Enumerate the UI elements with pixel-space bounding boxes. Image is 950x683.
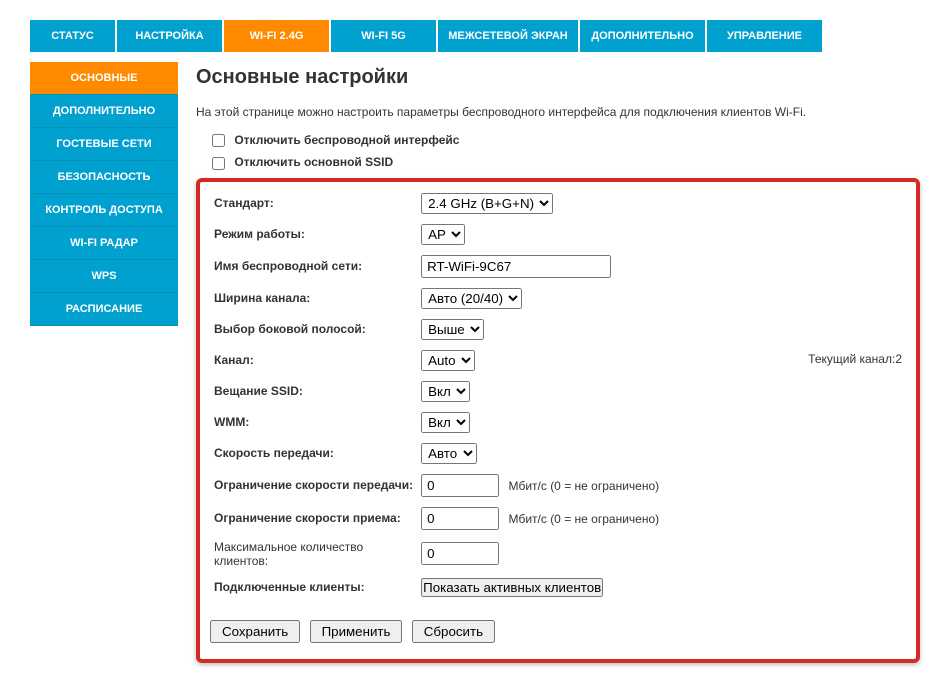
- top-nav: СТАТУС НАСТРОЙКА WI-FI 2.4G WI-FI 5G МЕЖ…: [30, 20, 920, 52]
- show-clients-button[interactable]: Показать активных клиентов: [421, 578, 603, 597]
- save-button[interactable]: Сохранить: [210, 620, 300, 643]
- channel-select[interactable]: Auto: [421, 350, 475, 371]
- sidebar: ОСНОВНЫЕ ДОПОЛНИТЕЛЬНО ГОСТЕВЫЕ СЕТИ БЕЗ…: [30, 62, 178, 663]
- maxcli-input[interactable]: [421, 542, 499, 565]
- ssid-label: Имя беспроводной сети:: [210, 250, 417, 283]
- bcast-select[interactable]: Вкл: [421, 381, 470, 402]
- rate-label: Скорость передачи:: [210, 438, 417, 469]
- nav-status[interactable]: СТАТУС: [30, 20, 115, 52]
- nav-wifi-24g[interactable]: WI-FI 2.4G: [224, 20, 329, 52]
- standard-select[interactable]: 2.4 GHz (B+G+N): [421, 193, 553, 214]
- disable-ssid-checkbox[interactable]: [212, 157, 225, 170]
- nav-firewall[interactable]: МЕЖСЕТЕВОЙ ЭКРАН: [438, 20, 578, 52]
- wmm-label: WMM:: [210, 407, 417, 438]
- side-basic[interactable]: ОСНОВНЫЕ: [30, 62, 178, 95]
- side-access[interactable]: КОНТРОЛЬ ДОСТУПА: [30, 194, 178, 227]
- nav-wifi-5g[interactable]: WI-FI 5G: [331, 20, 436, 52]
- rxlimit-input[interactable]: [421, 507, 499, 530]
- page-intro: На этой странице можно настроить парамет…: [196, 105, 920, 119]
- current-channel: Текущий канал:2: [808, 352, 902, 366]
- disable-wlan-checkbox[interactable]: [212, 134, 225, 147]
- chwidth-label: Ширина канала:: [210, 283, 417, 314]
- nav-setup[interactable]: НАСТРОЙКА: [117, 20, 222, 52]
- side-wps[interactable]: WPS: [30, 260, 178, 293]
- nav-management[interactable]: УПРАВЛЕНИЕ: [707, 20, 822, 52]
- txlimit-input[interactable]: [421, 474, 499, 497]
- channel-label: Канал:: [210, 345, 417, 376]
- disable-ssid-label: Отключить основной SSID: [234, 155, 393, 169]
- apply-button[interactable]: Применить: [310, 620, 403, 643]
- sideband-label: Выбор боковой полосой:: [210, 314, 417, 345]
- ssid-input[interactable]: [421, 255, 611, 278]
- page-title: Основные настройки: [196, 66, 920, 89]
- side-schedule[interactable]: РАСПИСАНИЕ: [30, 293, 178, 326]
- bcast-label: Вещание SSID:: [210, 376, 417, 407]
- mode-select[interactable]: AP: [421, 224, 465, 245]
- clients-label: Подключенные клиенты:: [210, 573, 417, 602]
- maxcli-label: Максимальное количество клиентов:: [210, 535, 417, 573]
- wmm-select[interactable]: Вкл: [421, 412, 470, 433]
- actions: Сохранить Применить Сбросить: [210, 620, 906, 643]
- mode-label: Режим работы:: [210, 219, 417, 250]
- rxlimit-label: Ограничение скорости приема:: [210, 502, 417, 535]
- chwidth-select[interactable]: Авто (20/40): [421, 288, 522, 309]
- disable-wlan-label: Отключить беспроводной интерфейс: [234, 133, 459, 147]
- side-advanced[interactable]: ДОПОЛНИТЕЛЬНО: [30, 95, 178, 128]
- sideband-select[interactable]: Выше: [421, 319, 484, 340]
- nav-advanced[interactable]: ДОПОЛНИТЕЛЬНО: [580, 20, 705, 52]
- txlimit-unit: Мбит/с (0 = не ограничено): [508, 479, 659, 493]
- rxlimit-unit: Мбит/с (0 = не ограничено): [508, 512, 659, 526]
- side-guest[interactable]: ГОСТЕВЫЕ СЕТИ: [30, 128, 178, 161]
- txlimit-label: Ограничение скорости передачи:: [210, 469, 417, 502]
- side-security[interactable]: БЕЗОПАСНОСТЬ: [30, 161, 178, 194]
- reset-button[interactable]: Сбросить: [412, 620, 495, 643]
- standard-label: Стандарт:: [210, 188, 417, 219]
- side-radar[interactable]: WI-FI РАДАР: [30, 227, 178, 260]
- settings-box: Стандарт: 2.4 GHz (B+G+N) Режим работы: …: [196, 178, 920, 663]
- content: Основные настройки На этой странице можн…: [196, 62, 920, 663]
- rate-select[interactable]: Авто: [421, 443, 477, 464]
